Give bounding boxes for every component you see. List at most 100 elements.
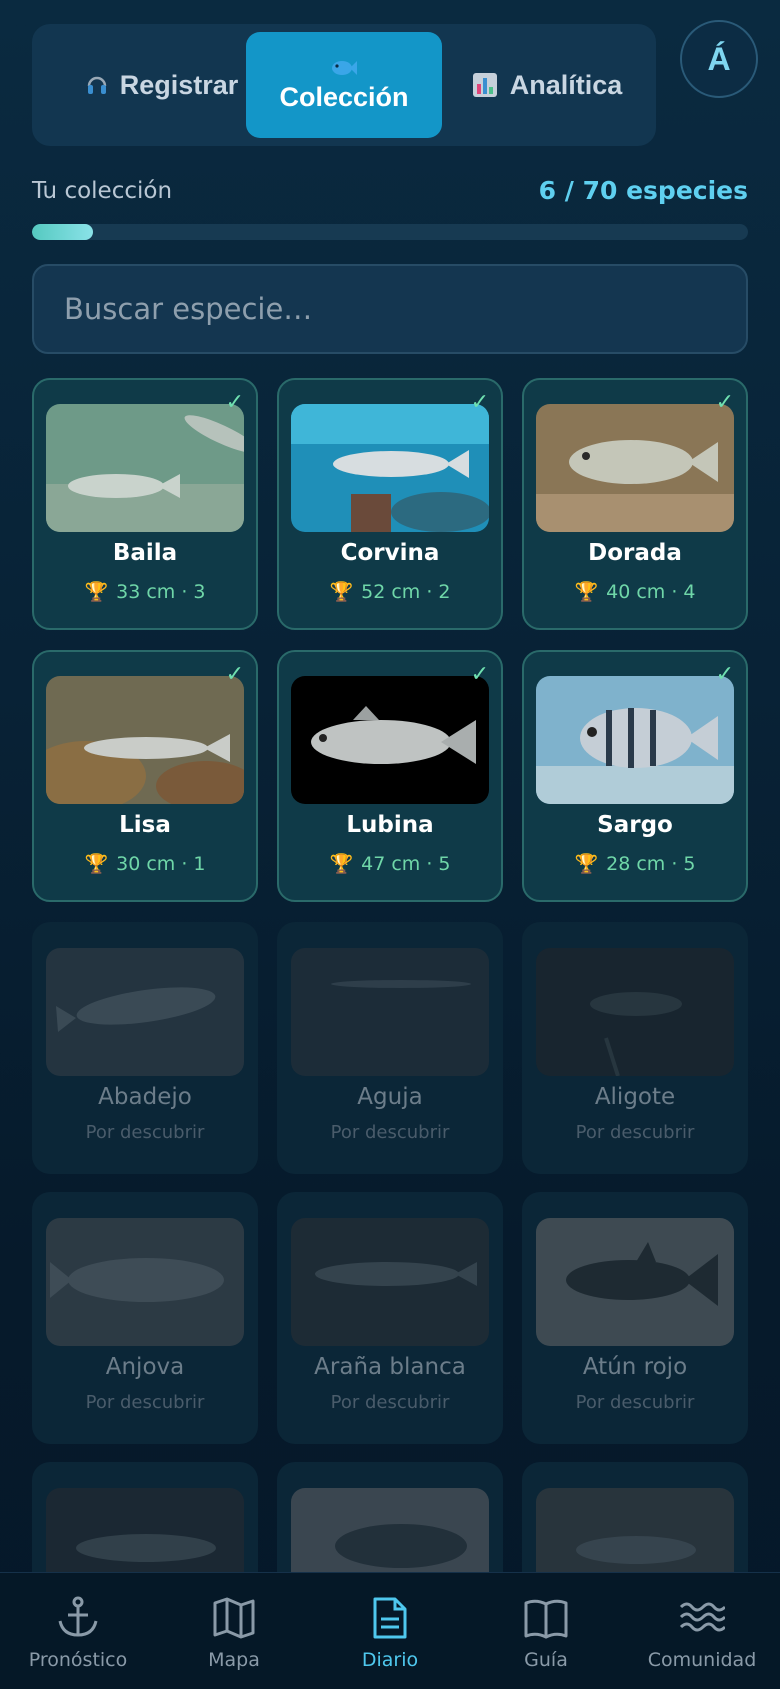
bar-chart-icon xyxy=(472,72,498,98)
species-photo-locked xyxy=(46,1488,244,1574)
species-record: 🏆 47 cm · 5 xyxy=(279,852,501,876)
map-icon xyxy=(213,1597,255,1639)
collection-progress-fill xyxy=(32,224,94,240)
waves-icon xyxy=(679,1602,725,1632)
caught-check-icon: ✓ xyxy=(715,662,734,687)
trophy-icon: 🏆 xyxy=(84,581,109,603)
nav-comunidad-label: Comunidad xyxy=(647,1649,757,1671)
species-record-text: 33 cm · 3 xyxy=(116,580,206,603)
trophy-icon: 🏆 xyxy=(574,853,599,875)
species-name: Araña blanca xyxy=(314,1354,466,1380)
trophy-icon: 🏆 xyxy=(84,853,109,875)
species-card-abadejo[interactable]: Abadejo Por descubrir xyxy=(32,922,258,1174)
species-name: Aguja xyxy=(357,1084,423,1110)
species-record-text: 47 cm · 5 xyxy=(361,852,451,875)
species-name: Dorada xyxy=(588,540,682,566)
collection-label: Tu colección xyxy=(32,178,173,204)
species-photo-locked xyxy=(536,1218,734,1346)
trophy-icon: 🏆 xyxy=(329,853,354,875)
species-card-aguja[interactable]: Aguja Por descubrir xyxy=(277,922,503,1174)
species-status: Por descubrir xyxy=(575,1122,695,1143)
species-photo xyxy=(536,404,734,532)
tab-coleccion[interactable]: Colección xyxy=(246,32,442,138)
collection-progress-bar xyxy=(32,224,748,240)
nav-guia[interactable]: Guía xyxy=(468,1573,624,1689)
species-status: Por descubrir xyxy=(575,1392,695,1413)
species-photo xyxy=(291,404,489,532)
species-card-lisa[interactable]: ✓ Lisa 🏆 30 cm · 1 xyxy=(32,650,258,902)
nav-pronostico-label: Pronóstico xyxy=(28,1649,128,1671)
species-photo-locked xyxy=(291,1488,489,1574)
species-card-corvina[interactable]: ✓ Corvina 🏆 52 cm · 2 xyxy=(277,378,503,630)
species-name: Baila xyxy=(112,540,178,566)
nav-diario[interactable]: Diario xyxy=(312,1573,468,1689)
trophy-icon: 🏆 xyxy=(329,581,354,603)
species-name: Aligote xyxy=(594,1084,676,1110)
species-status: Por descubrir xyxy=(85,1392,205,1413)
species-record: 🏆 52 cm · 2 xyxy=(279,580,501,604)
profile-avatar[interactable]: Á xyxy=(680,20,758,98)
search-box xyxy=(32,264,748,354)
species-photo-locked xyxy=(291,948,489,1076)
section-tabs: Registrar Analítica Colección xyxy=(32,24,656,146)
species-photo-locked xyxy=(536,948,734,1076)
species-record-text: 40 cm · 4 xyxy=(606,580,696,603)
fish-icon xyxy=(330,58,358,78)
anchor-icon xyxy=(58,1596,98,1637)
species-card[interactable] xyxy=(522,1462,748,1574)
caught-check-icon: ✓ xyxy=(470,390,489,415)
species-name: Atún rojo xyxy=(582,1354,688,1380)
species-photo-locked xyxy=(291,1218,489,1346)
nav-diario-label: Diario xyxy=(361,1649,419,1671)
species-record-text: 52 cm · 2 xyxy=(361,580,451,603)
species-card[interactable] xyxy=(32,1462,258,1574)
species-name: Lubina xyxy=(346,812,434,838)
species-photo-locked xyxy=(46,1218,244,1346)
species-name: Abadejo xyxy=(98,1084,192,1110)
trophy-icon: 🏆 xyxy=(574,581,599,603)
species-photo xyxy=(291,676,489,804)
search-input[interactable] xyxy=(62,291,718,327)
species-record: 🏆 28 cm · 5 xyxy=(524,852,746,876)
species-name: Sargo xyxy=(597,812,673,838)
headset-icon xyxy=(86,72,108,98)
species-status: Por descubrir xyxy=(330,1122,450,1143)
species-photo-locked xyxy=(536,1488,734,1574)
species-record-text: 28 cm · 5 xyxy=(606,852,696,875)
species-card[interactable] xyxy=(277,1462,503,1574)
book-icon xyxy=(524,1599,568,1639)
tab-registrar-label: Registrar xyxy=(119,69,239,100)
nav-mapa[interactable]: Mapa xyxy=(156,1573,312,1689)
species-card-arana-blanca[interactable]: Araña blanca Por descubrir xyxy=(277,1192,503,1444)
species-card-anjova[interactable]: Anjova Por descubrir xyxy=(32,1192,258,1444)
species-card-aligote[interactable]: Aligote Por descubrir xyxy=(522,922,748,1174)
tab-analitica-label: Analítica xyxy=(509,69,623,100)
species-grid: ✓ Baila 🏆 33 cm · 3 ✓ Corvina 🏆 52 cm · … xyxy=(32,378,748,1574)
tab-analitica[interactable]: Analítica xyxy=(462,24,632,146)
caught-check-icon: ✓ xyxy=(225,390,244,415)
species-card-lubina[interactable]: ✓ Lubina 🏆 47 cm · 5 xyxy=(277,650,503,902)
tab-registrar[interactable]: Registrar xyxy=(62,24,262,146)
caught-check-icon: ✓ xyxy=(715,390,734,415)
species-name: Lisa xyxy=(119,812,171,838)
species-card-baila[interactable]: ✓ Baila 🏆 33 cm · 3 xyxy=(32,378,258,630)
bottom-nav: Pronóstico Mapa Diario Guía Comunidad xyxy=(0,1572,780,1689)
species-name: Anjova xyxy=(105,1354,185,1380)
species-photo xyxy=(46,676,244,804)
species-record: 🏆 40 cm · 4 xyxy=(524,580,746,604)
species-card-sargo[interactable]: ✓ Sargo 🏆 28 cm · 5 xyxy=(522,650,748,902)
nav-guia-label: Guía xyxy=(524,1649,568,1671)
nav-mapa-label: Mapa xyxy=(208,1649,260,1671)
species-card-dorada[interactable]: ✓ Dorada 🏆 40 cm · 4 xyxy=(522,378,748,630)
species-name: Corvina xyxy=(340,540,440,566)
nav-comunidad[interactable]: Comunidad xyxy=(624,1573,780,1689)
species-record: 🏆 33 cm · 3 xyxy=(34,580,256,604)
species-photo xyxy=(536,676,734,804)
document-icon xyxy=(373,1597,407,1639)
species-card-atun-rojo[interactable]: Atún rojo Por descubrir xyxy=(522,1192,748,1444)
collection-count: 6 / 70 especies xyxy=(538,176,748,205)
nav-pronostico[interactable]: Pronóstico xyxy=(0,1573,156,1689)
tab-coleccion-label: Colección xyxy=(279,81,409,112)
species-record: 🏆 30 cm · 1 xyxy=(34,852,256,876)
species-photo-locked xyxy=(46,948,244,1076)
